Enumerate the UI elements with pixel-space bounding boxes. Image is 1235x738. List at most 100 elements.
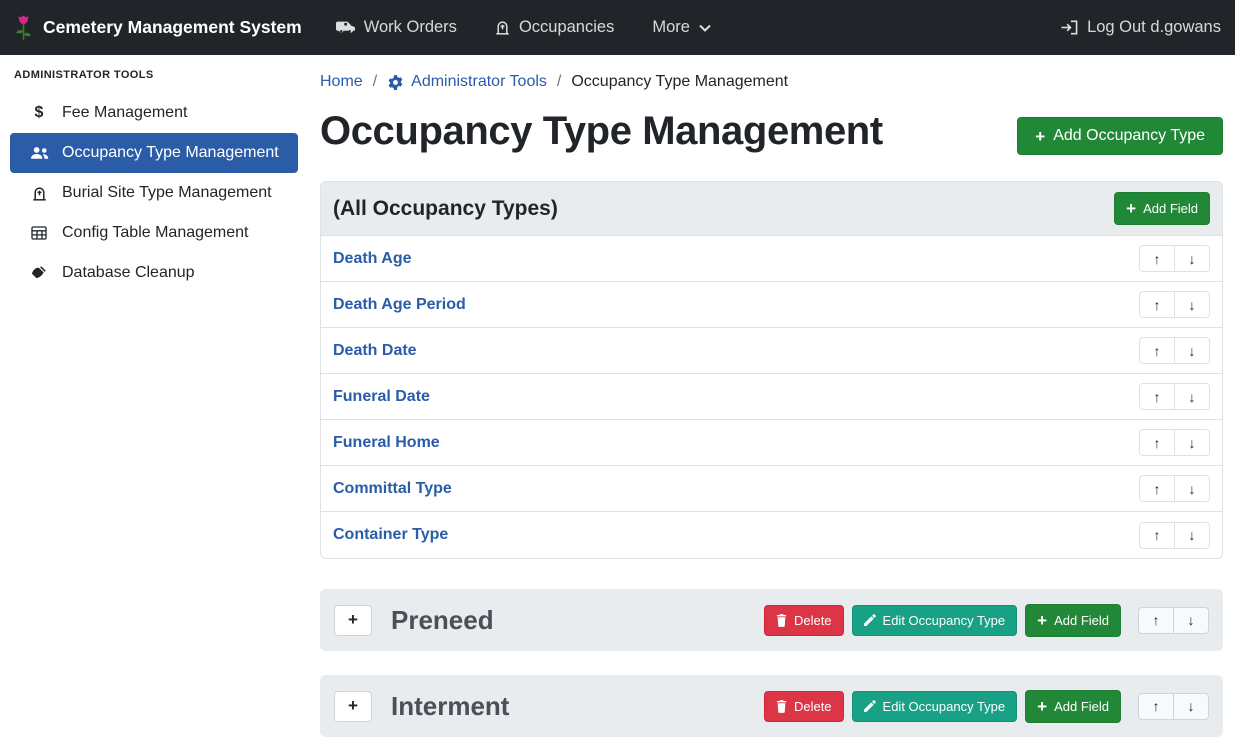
move-up-button[interactable]: ↑	[1138, 607, 1174, 634]
card-header: (All Occupancy Types) + Add Field	[321, 182, 1222, 236]
arrow-up-icon: ↑	[1153, 698, 1160, 714]
edit-occupancy-type-button[interactable]: Edit Occupancy Type	[852, 691, 1018, 722]
sidebar-item-label: Database Cleanup	[62, 264, 195, 282]
arrow-down-icon: ↓	[1189, 389, 1196, 405]
arrow-up-icon: ↑	[1154, 527, 1161, 543]
move-up-button[interactable]: ↑	[1138, 693, 1174, 720]
move-down-button[interactable]: ↓	[1174, 383, 1210, 410]
move-up-button[interactable]: ↑	[1139, 429, 1175, 456]
top-navbar: Cemetery Management System Work Orders	[0, 0, 1235, 55]
breadcrumb-home[interactable]: Home	[320, 73, 363, 91]
move-up-button[interactable]: ↑	[1139, 291, 1175, 318]
delete-label: Delete	[794, 699, 832, 714]
field-link[interactable]: Death Date	[333, 342, 417, 360]
move-up-button[interactable]: ↑	[1139, 522, 1175, 549]
arrow-up-icon: ↑	[1154, 435, 1161, 451]
reorder-controls: ↑ ↓	[1139, 337, 1210, 364]
move-up-button[interactable]: ↑	[1139, 475, 1175, 502]
move-up-button[interactable]: ↑	[1139, 245, 1175, 272]
arrow-down-icon: ↓	[1189, 297, 1196, 313]
reorder-controls: ↑ ↓	[1139, 291, 1210, 318]
field-link[interactable]: Funeral Home	[333, 434, 440, 452]
sidebar-item-fee-management[interactable]: $ Fee Management	[10, 93, 298, 133]
sidebar-item-burial-site-type-management[interactable]: Burial Site Type Management	[10, 173, 298, 213]
broom-icon	[29, 265, 49, 281]
field-link[interactable]: Committal Type	[333, 480, 452, 498]
logout-button[interactable]: Log Out d.gowans	[1061, 18, 1221, 37]
plus-icon: +	[1037, 698, 1047, 715]
move-down-button[interactable]: ↓	[1173, 607, 1209, 634]
tombstone-icon	[29, 186, 49, 201]
plus-icon: +	[348, 696, 358, 716]
arrow-up-icon: ↑	[1154, 481, 1161, 497]
breadcrumb: Home / Administrator Tools / Occupancy T…	[320, 63, 1223, 95]
tulip-logo-icon	[14, 14, 33, 41]
field-link[interactable]: Death Age Period	[333, 296, 466, 314]
sidebar-item-database-cleanup[interactable]: Database Cleanup	[10, 253, 298, 293]
sidebar-item-label: Fee Management	[62, 104, 187, 122]
reorder-controls: ↑ ↓	[1139, 429, 1210, 456]
nav-occupancies-label: Occupancies	[519, 18, 614, 37]
move-down-button[interactable]: ↓	[1174, 291, 1210, 318]
field-row-death-age-period: Death Age Period ↑ ↓	[321, 282, 1222, 328]
arrow-down-icon: ↓	[1189, 251, 1196, 267]
edit-occupancy-type-button[interactable]: Edit Occupancy Type	[852, 605, 1018, 636]
breadcrumb-separator: /	[557, 73, 561, 91]
delete-button[interactable]: Delete	[764, 605, 844, 636]
field-link[interactable]: Funeral Date	[333, 388, 430, 406]
move-up-button[interactable]: ↑	[1139, 337, 1175, 364]
sidebar-item-config-table-management[interactable]: Config Table Management	[10, 213, 298, 253]
reorder-controls: ↑ ↓	[1138, 693, 1209, 720]
truck-icon	[336, 20, 355, 35]
title-row: Occupancy Type Management + Add Occupanc…	[320, 109, 1223, 155]
table-icon	[29, 226, 49, 240]
reorder-controls: ↑ ↓	[1138, 607, 1209, 634]
arrow-down-icon: ↓	[1188, 698, 1195, 714]
plus-icon: +	[1126, 200, 1136, 217]
field-link[interactable]: Death Age	[333, 250, 412, 268]
breadcrumb-current: Occupancy Type Management	[571, 73, 788, 91]
add-field-button[interactable]: + Add Field	[1114, 192, 1210, 225]
pencil-icon	[864, 614, 876, 626]
move-down-button[interactable]: ↓	[1173, 693, 1209, 720]
arrow-up-icon: ↑	[1154, 297, 1161, 313]
sidebar-item-label: Burial Site Type Management	[62, 184, 272, 202]
app-title: Cemetery Management System	[43, 17, 302, 38]
move-down-button[interactable]: ↓	[1174, 522, 1210, 549]
trash-icon	[776, 614, 787, 627]
logout-label: Log Out d.gowans	[1087, 18, 1221, 37]
delete-button[interactable]: Delete	[764, 691, 844, 722]
nav-more[interactable]: More	[652, 18, 711, 37]
section-title: Interment	[391, 691, 509, 722]
nav-occupancies[interactable]: Occupancies	[495, 18, 614, 37]
expand-button[interactable]: +	[334, 605, 372, 636]
move-down-button[interactable]: ↓	[1174, 337, 1210, 364]
expand-button[interactable]: +	[334, 691, 372, 722]
section-preneed: + Preneed Delete Edit Occupancy Type	[320, 589, 1223, 651]
sidebar-item-label: Occupancy Type Management	[62, 144, 279, 162]
move-down-button[interactable]: ↓	[1174, 429, 1210, 456]
arrow-down-icon: ↓	[1189, 481, 1196, 497]
reorder-controls: ↑ ↓	[1139, 383, 1210, 410]
nav-work-orders[interactable]: Work Orders	[336, 18, 457, 37]
field-row-container-type: Container Type ↑ ↓	[321, 512, 1222, 558]
sidebar-item-occupancy-type-management[interactable]: Occupancy Type Management	[10, 133, 298, 173]
all-occupancy-types-card: (All Occupancy Types) + Add Field Death …	[320, 181, 1223, 559]
field-link[interactable]: Container Type	[333, 526, 448, 544]
reorder-controls: ↑ ↓	[1139, 475, 1210, 502]
move-down-button[interactable]: ↓	[1174, 475, 1210, 502]
add-occupancy-type-button[interactable]: + Add Occupancy Type	[1017, 117, 1223, 155]
breadcrumb-admin-tools[interactable]: Administrator Tools	[387, 73, 547, 91]
reorder-controls: ↑ ↓	[1139, 245, 1210, 272]
add-field-button[interactable]: + Add Field	[1025, 690, 1121, 723]
sidebar-item-label: Config Table Management	[62, 224, 249, 242]
app-brand[interactable]: Cemetery Management System	[14, 14, 302, 41]
move-up-button[interactable]: ↑	[1139, 383, 1175, 410]
arrow-down-icon: ↓	[1189, 527, 1196, 543]
arrow-up-icon: ↑	[1154, 251, 1161, 267]
add-field-button[interactable]: + Add Field	[1025, 604, 1121, 637]
move-down-button[interactable]: ↓	[1174, 245, 1210, 272]
plus-icon: +	[348, 610, 358, 630]
field-row-committal-type: Committal Type ↑ ↓	[321, 466, 1222, 512]
section-actions: Delete Edit Occupancy Type + Add Field ↑…	[764, 604, 1209, 637]
